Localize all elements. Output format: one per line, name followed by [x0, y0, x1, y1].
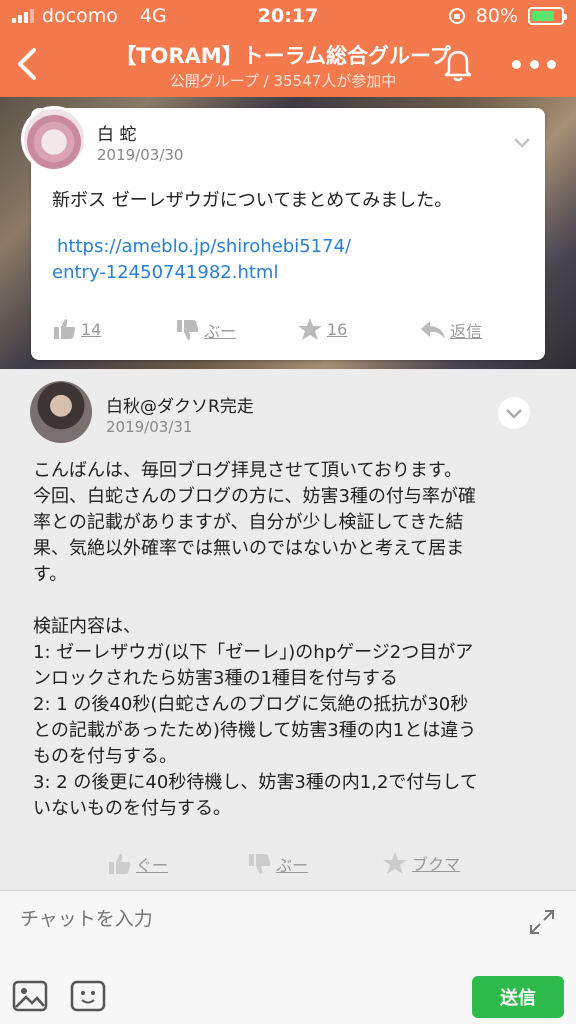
- battery-icon: [528, 7, 567, 25]
- group-title: 【TORAM】トーラム総合グループ: [115, 44, 451, 68]
- orientation-lock-icon: [448, 8, 465, 24]
- pinned-post-link[interactable]: https://ameblo.jp/shirohebi5174/: [57, 236, 351, 257]
- pinned-post-date: 2019/03/30: [97, 146, 184, 164]
- comment-author-name[interactable]: 白秋@ダクソR完走: [106, 392, 254, 417]
- dislike-label: ぶー: [204, 322, 237, 341]
- comment-line: す。: [33, 564, 68, 585]
- thumbs-up-icon: [54, 319, 76, 339]
- star-button[interactable]: 16: [297, 317, 347, 341]
- image-icon: [12, 980, 48, 1012]
- dislike-button[interactable]: ぶー: [176, 318, 236, 342]
- star-icon: [383, 852, 407, 874]
- comment-line: [33, 588, 548, 614]
- comment-line: 今回、白蛇さんのブログの方に、妨害3種の付与率が確: [33, 486, 476, 507]
- reply-arrow-icon: [421, 321, 445, 339]
- more-dots-icon: [512, 59, 521, 69]
- notification-button[interactable]: [438, 44, 478, 84]
- app-header: docomo 4G 20:17 80% 【TORAM】トーラム総合グループ 公開…: [0, 0, 576, 97]
- pinned-post-link-cont[interactable]: entry-12450741982.html: [52, 262, 278, 283]
- send-button[interactable]: 送信: [472, 976, 564, 1018]
- comment-menu-button[interactable]: [498, 397, 530, 429]
- chevron-down-icon: [506, 409, 522, 419]
- sticker-button[interactable]: [70, 979, 106, 1013]
- smile-icon: [70, 980, 106, 1012]
- thumbs-down-icon: [249, 854, 271, 874]
- chevron-down-icon[interactable]: [509, 129, 535, 155]
- thumbs-up-icon: [109, 854, 131, 874]
- back-arrow-icon: [18, 48, 36, 80]
- comment-line: ンロックされたら妨害3種の1種目を付与する: [33, 668, 398, 689]
- comment-dislike-label: ぶー: [276, 856, 309, 875]
- comment-line: こんばんは、毎回ブログ拝見させて頂いております。: [33, 460, 463, 481]
- comment-line: 1: ゼーレザウガ(以下「ゼーレ」)のhpゲージ2つ目がア: [33, 642, 474, 663]
- back-button[interactable]: [10, 42, 44, 86]
- expand-button[interactable]: [528, 908, 556, 936]
- pinned-author-avatar[interactable]: [21, 106, 87, 172]
- comment-line: との記載があったため)待機して妨害3種の内1とは違う: [33, 720, 477, 741]
- star-count: 16: [327, 319, 348, 339]
- comment-line: 2: 1 の後40秒(白蛇さんのブログに気絶の抵抗が30秒: [33, 694, 469, 715]
- bookmark-label: ブクマ: [412, 855, 461, 874]
- reply-label: 返信: [450, 322, 483, 341]
- bell-icon: [444, 50, 472, 82]
- thumbs-down-icon: [177, 320, 199, 340]
- group-subtitle: 公開グループ / 35547人が参加中: [169, 72, 397, 90]
- comment-line: 検証内容は、: [33, 616, 141, 637]
- comment-author-avatar[interactable]: [30, 381, 92, 443]
- pinned-author-name[interactable]: 白 蛇: [97, 120, 136, 145]
- comment-dislike-button[interactable]: ぶー: [248, 852, 308, 876]
- like-count: 14: [81, 319, 102, 339]
- more-options-button[interactable]: [512, 54, 556, 74]
- pinned-post-text: 新ボス ゼーレザウガについてまとめてみました。: [52, 190, 453, 211]
- comment-date: 2019/03/31: [106, 418, 193, 436]
- reply-button[interactable]: 返信: [420, 318, 482, 342]
- star-icon: [298, 318, 322, 340]
- image-attach-button[interactable]: [12, 979, 48, 1013]
- comment-line: 3: 2 の後更に40秒待機し、妨害3種の内1,2で付与して: [33, 772, 478, 793]
- comment-line: 率との記載がありますが、自分が少し検証してきた結: [33, 512, 464, 533]
- comment-like-button[interactable]: ぐー: [108, 852, 168, 876]
- comment-line: 果、気絶以外確率では無いのではないかと考えて居ま: [33, 538, 465, 559]
- bookmark-button[interactable]: ブクマ: [382, 851, 460, 875]
- comment-body: こんばんは、毎回ブログ拝見させて頂いております。 今回、白蛇さんのブログの方に、…: [33, 458, 548, 822]
- navigation-bar: 【TORAM】トーラム総合グループ 公開グループ / 35547人が参加中: [0, 32, 576, 97]
- like-button[interactable]: 14: [53, 318, 101, 340]
- battery-percent: 80%: [475, 5, 518, 27]
- chat-input[interactable]: [20, 904, 500, 934]
- expand-arrows-icon: [530, 910, 554, 934]
- status-bar: docomo 4G 20:17 80%: [0, 0, 576, 32]
- comment-line: いないものを付与する。: [33, 798, 231, 819]
- comment-like-label: ぐー: [136, 856, 169, 875]
- comment-line: ものを付与する。: [33, 746, 177, 767]
